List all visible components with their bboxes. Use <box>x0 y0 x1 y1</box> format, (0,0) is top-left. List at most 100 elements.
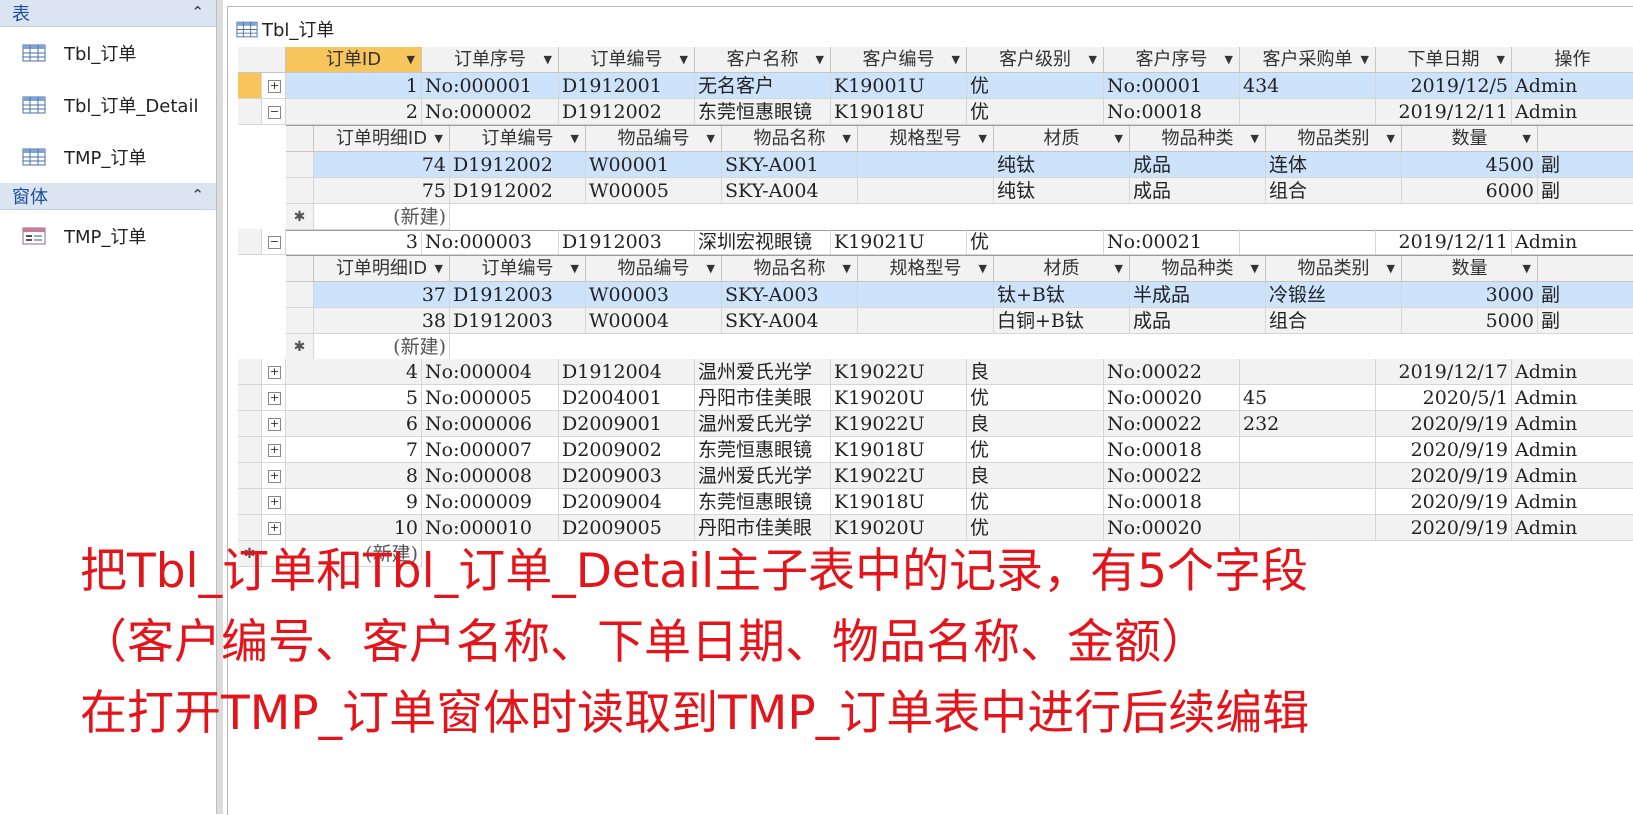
sub-column-header-spec[interactable]: 规格型号 ▼ <box>858 126 994 152</box>
cell-customer[interactable]: 无名客户 <box>695 73 831 99</box>
cell-date[interactable]: 2020/9/19 <box>1376 489 1512 515</box>
column-header-cust_code[interactable]: 客户编号 ▼ <box>831 47 967 73</box>
cell-cust_code[interactable]: K19020U <box>831 385 967 411</box>
sub-column-header-spec[interactable]: 规格型号 ▼ <box>858 256 994 282</box>
sub-column-header-kind[interactable]: 物品种类 ▼ <box>1130 256 1266 282</box>
dropdown-arrow-icon[interactable]: ▼ <box>435 126 443 151</box>
cell-date[interactable]: 2019/12/11 <box>1376 99 1512 125</box>
cell-code[interactable]: D1912003 <box>450 308 586 334</box>
cell-cust_code[interactable]: K19001U <box>831 73 967 99</box>
cell-po[interactable]: 45 <box>1240 385 1376 411</box>
sub-table-row[interactable]: 37 D1912003 W00003 SKY-A003 钛+B钛 半成品 冷锻丝 3000 副 <box>286 282 1633 308</box>
sub-table-row[interactable]: 74 D1912002 W00001 SKY-A001 纯钛 成品 连体 4500 副 <box>286 152 1633 178</box>
column-header-po[interactable]: 客户采购单 ▼ <box>1240 47 1376 73</box>
dropdown-arrow-icon[interactable]: ▼ <box>1523 126 1531 151</box>
new-record-row[interactable]: ✱ (新建) <box>286 204 1633 230</box>
cell-kind[interactable]: 成品 <box>1130 308 1266 334</box>
cell-cust_code[interactable]: K19022U <box>831 359 967 385</box>
dropdown-arrow-icon[interactable]: ▼ <box>1387 256 1395 281</box>
cell-cust_seq[interactable]: No:00018 <box>1104 489 1240 515</box>
table-row[interactable]: +9 No:000009 D2009004 东莞恒惠眼镜 K19018U 优 No:0001… <box>238 489 1633 515</box>
cell-id[interactable]: 3 <box>286 229 422 255</box>
table-row[interactable]: +1 No:000001 D1912001 无名客户 K19001U 优 No:00001 4… <box>238 73 1633 99</box>
cell-op[interactable]: Admin <box>1512 385 1633 411</box>
cell-cust_code[interactable]: K19022U <box>831 463 967 489</box>
column-header-seq[interactable]: 订单序号 ▼ <box>422 47 559 73</box>
column-header-level[interactable]: 客户级别 ▼ <box>967 47 1104 73</box>
dropdown-arrow-icon[interactable]: ▼ <box>407 47 415 72</box>
cell-id[interactable]: 37 <box>314 282 450 308</box>
cell-seq[interactable]: No:000006 <box>422 411 559 437</box>
cell-customer[interactable]: 深圳宏视眼镜 <box>695 229 831 255</box>
sub-column-header-item_name[interactable]: 物品名称 ▼ <box>722 256 858 282</box>
cell-cust_code[interactable]: K19018U <box>831 99 967 125</box>
record-selector[interactable] <box>286 178 314 204</box>
column-header-op[interactable]: 操作 <box>1512 47 1633 73</box>
sub-column-header-material[interactable]: 材质 ▼ <box>994 126 1130 152</box>
cell-spec[interactable] <box>858 308 994 334</box>
dropdown-arrow-icon[interactable]: ▼ <box>707 126 715 151</box>
expand-icon[interactable]: + <box>268 392 281 405</box>
cell-spec[interactable] <box>858 152 994 178</box>
cell-item_no[interactable]: W00003 <box>586 282 722 308</box>
record-selector[interactable] <box>286 282 314 308</box>
dropdown-arrow-icon[interactable]: ▼ <box>843 126 851 151</box>
cell-id[interactable]: 7 <box>286 437 422 463</box>
record-selector[interactable] <box>238 73 262 99</box>
cell-cust_code[interactable]: K19018U <box>831 489 967 515</box>
cell-id[interactable]: 74 <box>314 152 450 178</box>
table-row[interactable]: +5 No:000005 D2004001 丹阳市佳美眼 K19020U 优 No:0002… <box>238 385 1633 411</box>
cell-level[interactable]: 优 <box>967 489 1104 515</box>
cell-category[interactable]: 组合 <box>1266 308 1402 334</box>
cell-op[interactable]: Admin <box>1512 489 1633 515</box>
cell-date[interactable]: 2020/9/19 <box>1376 463 1512 489</box>
cell-po[interactable]: 232 <box>1240 411 1376 437</box>
cell-category[interactable]: 组合 <box>1266 178 1402 204</box>
cell-code[interactable]: D1912002 <box>450 152 586 178</box>
dropdown-arrow-icon[interactable]: ▼ <box>435 256 443 281</box>
cell-level[interactable]: 良 <box>967 463 1104 489</box>
cell-po[interactable]: 434 <box>1240 73 1376 99</box>
cell-seq[interactable]: No:000009 <box>422 489 559 515</box>
dropdown-arrow-icon[interactable]: ▼ <box>544 47 552 72</box>
collapse-chevron-icon[interactable]: ⌃ <box>191 186 204 204</box>
record-selector[interactable] <box>238 463 262 489</box>
record-selector[interactable] <box>286 308 314 334</box>
cell-qty[interactable]: 3000 <box>1402 282 1538 308</box>
expand-icon[interactable]: + <box>268 80 281 93</box>
table-row[interactable]: +8 No:000008 D2009003 温州爱氏光学 K19022U 良 No:0002… <box>238 463 1633 489</box>
sub-column-header-category[interactable]: 物品类别 ▼ <box>1266 126 1402 152</box>
table-row[interactable]: +6 No:000006 D2009001 温州爱氏光学 K19022U 良 No:0002… <box>238 411 1633 437</box>
cell-cust_seq[interactable]: No:00022 <box>1104 359 1240 385</box>
cell-id[interactable]: 9 <box>286 489 422 515</box>
record-selector[interactable] <box>286 152 314 178</box>
select-all-corner[interactable] <box>286 256 314 282</box>
cell-item_name[interactable]: SKY-A004 <box>722 308 858 334</box>
new-record-label[interactable]: (新建) <box>314 334 450 360</box>
cell-customer[interactable]: 温州爱氏光学 <box>695 411 831 437</box>
cell-customer[interactable]: 东莞恒惠眼镜 <box>695 99 831 125</box>
dropdown-arrow-icon[interactable]: ▼ <box>816 47 824 72</box>
cell-op[interactable]: Admin <box>1512 99 1633 125</box>
column-header-id[interactable]: 订单ID ▼ <box>286 47 422 73</box>
cell-customer[interactable]: 温州爱氏光学 <box>695 359 831 385</box>
cell-qty[interactable]: 5000 <box>1402 308 1538 334</box>
cell-customer[interactable]: 温州爱氏光学 <box>695 463 831 489</box>
cell-level[interactable]: 良 <box>967 411 1104 437</box>
cell-level[interactable]: 优 <box>967 437 1104 463</box>
table-row[interactable]: +7 No:000007 D2009002 东莞恒惠眼镜 K19018U 优 No:0001… <box>238 437 1633 463</box>
cell-qty[interactable]: 6000 <box>1402 178 1538 204</box>
collapse-chevron-icon[interactable]: ⌃ <box>191 3 204 21</box>
cell-customer[interactable]: 丹阳市佳美眼 <box>695 385 831 411</box>
record-selector[interactable] <box>238 437 262 463</box>
cell-po[interactable] <box>1240 359 1376 385</box>
nav-section-tables[interactable]: 表 ⌃ <box>0 0 222 27</box>
cell-kind[interactable]: 半成品 <box>1130 282 1266 308</box>
sub-column-header-qty[interactable]: 数量 ▼ <box>1402 256 1538 282</box>
cell-material[interactable]: 纯钛 <box>994 152 1130 178</box>
sub-column-header-code[interactable]: 订单编号 ▼ <box>450 256 586 282</box>
cell-id[interactable]: 5 <box>286 385 422 411</box>
cell-cust_seq[interactable]: No:00001 <box>1104 73 1240 99</box>
column-header-cust_seq[interactable]: 客户序号 ▼ <box>1104 47 1240 73</box>
dropdown-arrow-icon[interactable]: ▼ <box>680 47 688 72</box>
